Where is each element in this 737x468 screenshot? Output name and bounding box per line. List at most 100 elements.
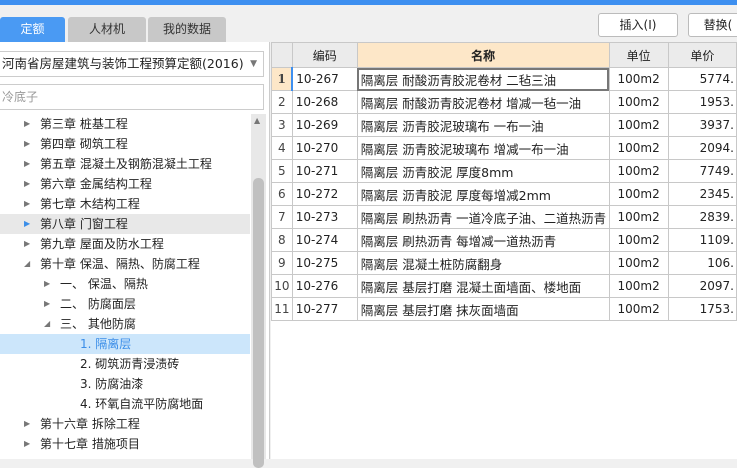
row-number[interactable]: 10: [271, 274, 293, 298]
row-number[interactable]: 9: [271, 251, 293, 275]
collapsed-arrow-icon[interactable]: ▶: [24, 234, 30, 254]
quota-library-select[interactable]: 河南省房屋建筑与装饰工程预算定额(2016) ▼: [0, 51, 264, 77]
code-cell[interactable]: 10-273: [291, 205, 358, 229]
tree-node[interactable]: 4. 环氧自流平防腐地面: [0, 394, 250, 414]
unit-cell[interactable]: 100m2: [608, 205, 669, 229]
code-cell[interactable]: 10-271: [291, 159, 358, 183]
code-cell[interactable]: 10-274: [291, 228, 358, 252]
collapsed-arrow-icon[interactable]: ▶: [24, 154, 30, 174]
name-cell[interactable]: 隔离层 刷热沥青 每增减一道热沥青: [356, 228, 610, 252]
insert-button[interactable]: 插入(I): [598, 13, 678, 37]
name-cell[interactable]: 隔离层 耐酸沥青胶泥卷材 增减一毡一油: [356, 90, 610, 114]
row-number[interactable]: 5: [271, 159, 293, 183]
collapsed-arrow-icon[interactable]: ▶: [24, 134, 30, 154]
tab-my-data[interactable]: 我的数据: [148, 17, 226, 42]
collapsed-arrow-icon[interactable]: ▶: [24, 174, 30, 194]
table-row[interactable]: 3 10-269 隔离层 沥青胶泥玻璃布 一布一油 100m2 3937.: [271, 113, 737, 137]
unit-cell[interactable]: 100m2: [608, 274, 669, 298]
unit-cell[interactable]: 100m2: [608, 90, 669, 114]
code-cell[interactable]: 10-269: [291, 113, 358, 137]
table-row[interactable]: 10 10-276 隔离层 基层打磨 混凝土面墙面、楼地面 100m2 2097.: [271, 274, 737, 298]
unit-cell[interactable]: 100m2: [608, 182, 669, 206]
price-cell[interactable]: 1109.: [667, 228, 737, 252]
header-code[interactable]: 编码: [291, 42, 358, 68]
tree-node[interactable]: ◢ 第十章 保温、隔热、防腐工程: [0, 254, 250, 274]
collapsed-arrow-icon[interactable]: ▶: [44, 274, 50, 294]
name-cell[interactable]: 隔离层 沥青胶泥玻璃布 增减一布一油: [356, 136, 610, 160]
price-cell[interactable]: 2094.: [667, 136, 737, 160]
header-unit[interactable]: 单位: [608, 42, 669, 68]
table-row[interactable]: 8 10-274 隔离层 刷热沥青 每增减一道热沥青 100m2 1109.: [271, 228, 737, 252]
name-cell[interactable]: 隔离层 耐酸沥青胶泥卷材 二毡三油: [356, 67, 610, 91]
unit-cell[interactable]: 100m2: [608, 67, 669, 91]
collapsed-arrow-icon[interactable]: ▶: [24, 114, 30, 134]
code-cell[interactable]: 10-277: [291, 297, 358, 321]
table-row[interactable]: 5 10-271 隔离层 沥青胶泥 厚度8mm 100m2 7749.: [271, 159, 737, 183]
collapsed-arrow-icon[interactable]: ▶: [44, 294, 50, 314]
price-cell[interactable]: 3937.: [667, 113, 737, 137]
tree-scrollbar[interactable]: ▲: [251, 114, 266, 468]
row-number[interactable]: 6: [271, 182, 293, 206]
table-row[interactable]: 1 10-267 隔离层 耐酸沥青胶泥卷材 二毡三油 100m2 5774.: [271, 67, 737, 91]
price-cell[interactable]: 7749.: [667, 159, 737, 183]
row-number[interactable]: 3: [271, 113, 293, 137]
row-number[interactable]: 7: [271, 205, 293, 229]
collapsed-arrow-icon[interactable]: ▶: [24, 194, 30, 214]
table-row[interactable]: 2 10-268 隔离层 耐酸沥青胶泥卷材 增减一毡一油 100m2 1953.: [271, 90, 737, 114]
price-cell[interactable]: 1753.: [667, 297, 737, 321]
unit-cell[interactable]: 100m2: [608, 136, 669, 160]
name-cell[interactable]: 隔离层 基层打磨 抹灰面墙面: [356, 297, 610, 321]
table-row[interactable]: 4 10-270 隔离层 沥青胶泥玻璃布 增减一布一油 100m2 2094.: [271, 136, 737, 160]
expanded-arrow-icon[interactable]: ◢: [24, 254, 30, 274]
name-cell[interactable]: 隔离层 基层打磨 混凝土面墙面、楼地面: [356, 274, 610, 298]
tree-node[interactable]: ▶ 第六章 金属结构工程: [0, 174, 250, 194]
code-cell[interactable]: 10-268: [291, 90, 358, 114]
price-cell[interactable]: 2345.: [667, 182, 737, 206]
code-cell[interactable]: 10-272: [291, 182, 358, 206]
code-cell[interactable]: 10-275: [291, 251, 358, 275]
name-cell[interactable]: 隔离层 沥青胶泥 厚度每增减2mm: [356, 182, 610, 206]
tree-node[interactable]: 1. 隔离层: [0, 334, 250, 354]
code-cell[interactable]: 10-267: [291, 67, 358, 91]
unit-cell[interactable]: 100m2: [608, 228, 669, 252]
table-row[interactable]: 6 10-272 隔离层 沥青胶泥 厚度每增减2mm 100m2 2345.: [271, 182, 737, 206]
tree-node[interactable]: 3. 防腐油漆: [0, 374, 250, 394]
price-cell[interactable]: 5774.: [667, 67, 737, 91]
replace-button[interactable]: 替换(: [688, 13, 737, 37]
tree-node[interactable]: ▶ 一、 保温、隔热: [0, 274, 250, 294]
price-cell[interactable]: 2097.: [667, 274, 737, 298]
collapsed-arrow-icon[interactable]: ▶: [24, 414, 30, 434]
unit-cell[interactable]: 100m2: [608, 159, 669, 183]
price-cell[interactable]: 1953.: [667, 90, 737, 114]
row-number[interactable]: 4: [271, 136, 293, 160]
price-cell[interactable]: 106.: [667, 251, 737, 275]
tree-node[interactable]: ▶ 二、 防腐面层: [0, 294, 250, 314]
table-row[interactable]: 7 10-273 隔离层 刷热沥青 一道冷底子油、二道热沥青 100m2 2839.: [271, 205, 737, 229]
name-cell[interactable]: 隔离层 混凝土桩防腐翻身: [356, 251, 610, 275]
table-row[interactable]: 9 10-275 隔离层 混凝土桩防腐翻身 100m2 106.: [271, 251, 737, 275]
tree-node[interactable]: ▶ 第四章 砌筑工程: [0, 134, 250, 154]
search-input[interactable]: 冷底子: [0, 84, 264, 110]
scroll-up-icon[interactable]: ▲: [254, 116, 260, 125]
scroll-thumb[interactable]: [253, 178, 264, 468]
tree-node[interactable]: ▶ 第七章 木结构工程: [0, 194, 250, 214]
unit-cell[interactable]: 100m2: [608, 251, 669, 275]
row-number[interactable]: 11: [271, 297, 293, 321]
tree-node[interactable]: ▶ 第八章 门窗工程: [0, 214, 250, 234]
collapsed-arrow-icon[interactable]: ▶: [24, 214, 30, 234]
table-row[interactable]: 11 10-277 隔离层 基层打磨 抹灰面墙面 100m2 1753.: [271, 297, 737, 321]
header-price[interactable]: 单价: [667, 42, 737, 68]
tree-node[interactable]: 2. 砌筑沥青浸渍砖: [0, 354, 250, 374]
name-cell[interactable]: 隔离层 刷热沥青 一道冷底子油、二道热沥青: [356, 205, 610, 229]
tree-node[interactable]: ◢ 三、 其他防腐: [0, 314, 250, 334]
row-number[interactable]: 8: [271, 228, 293, 252]
price-cell[interactable]: 2839.: [667, 205, 737, 229]
name-cell[interactable]: 隔离层 沥青胶泥 厚度8mm: [356, 159, 610, 183]
tree-node[interactable]: ▶ 第九章 屋面及防水工程: [0, 234, 250, 254]
tree-node[interactable]: ▶ 第十六章 拆除工程: [0, 414, 250, 434]
unit-cell[interactable]: 100m2: [608, 113, 669, 137]
row-number[interactable]: 2: [271, 90, 293, 114]
header-name[interactable]: 名称: [356, 42, 610, 68]
tree-node[interactable]: ▶ 第十七章 措施项目: [0, 434, 250, 454]
expanded-arrow-icon[interactable]: ◢: [44, 314, 50, 334]
